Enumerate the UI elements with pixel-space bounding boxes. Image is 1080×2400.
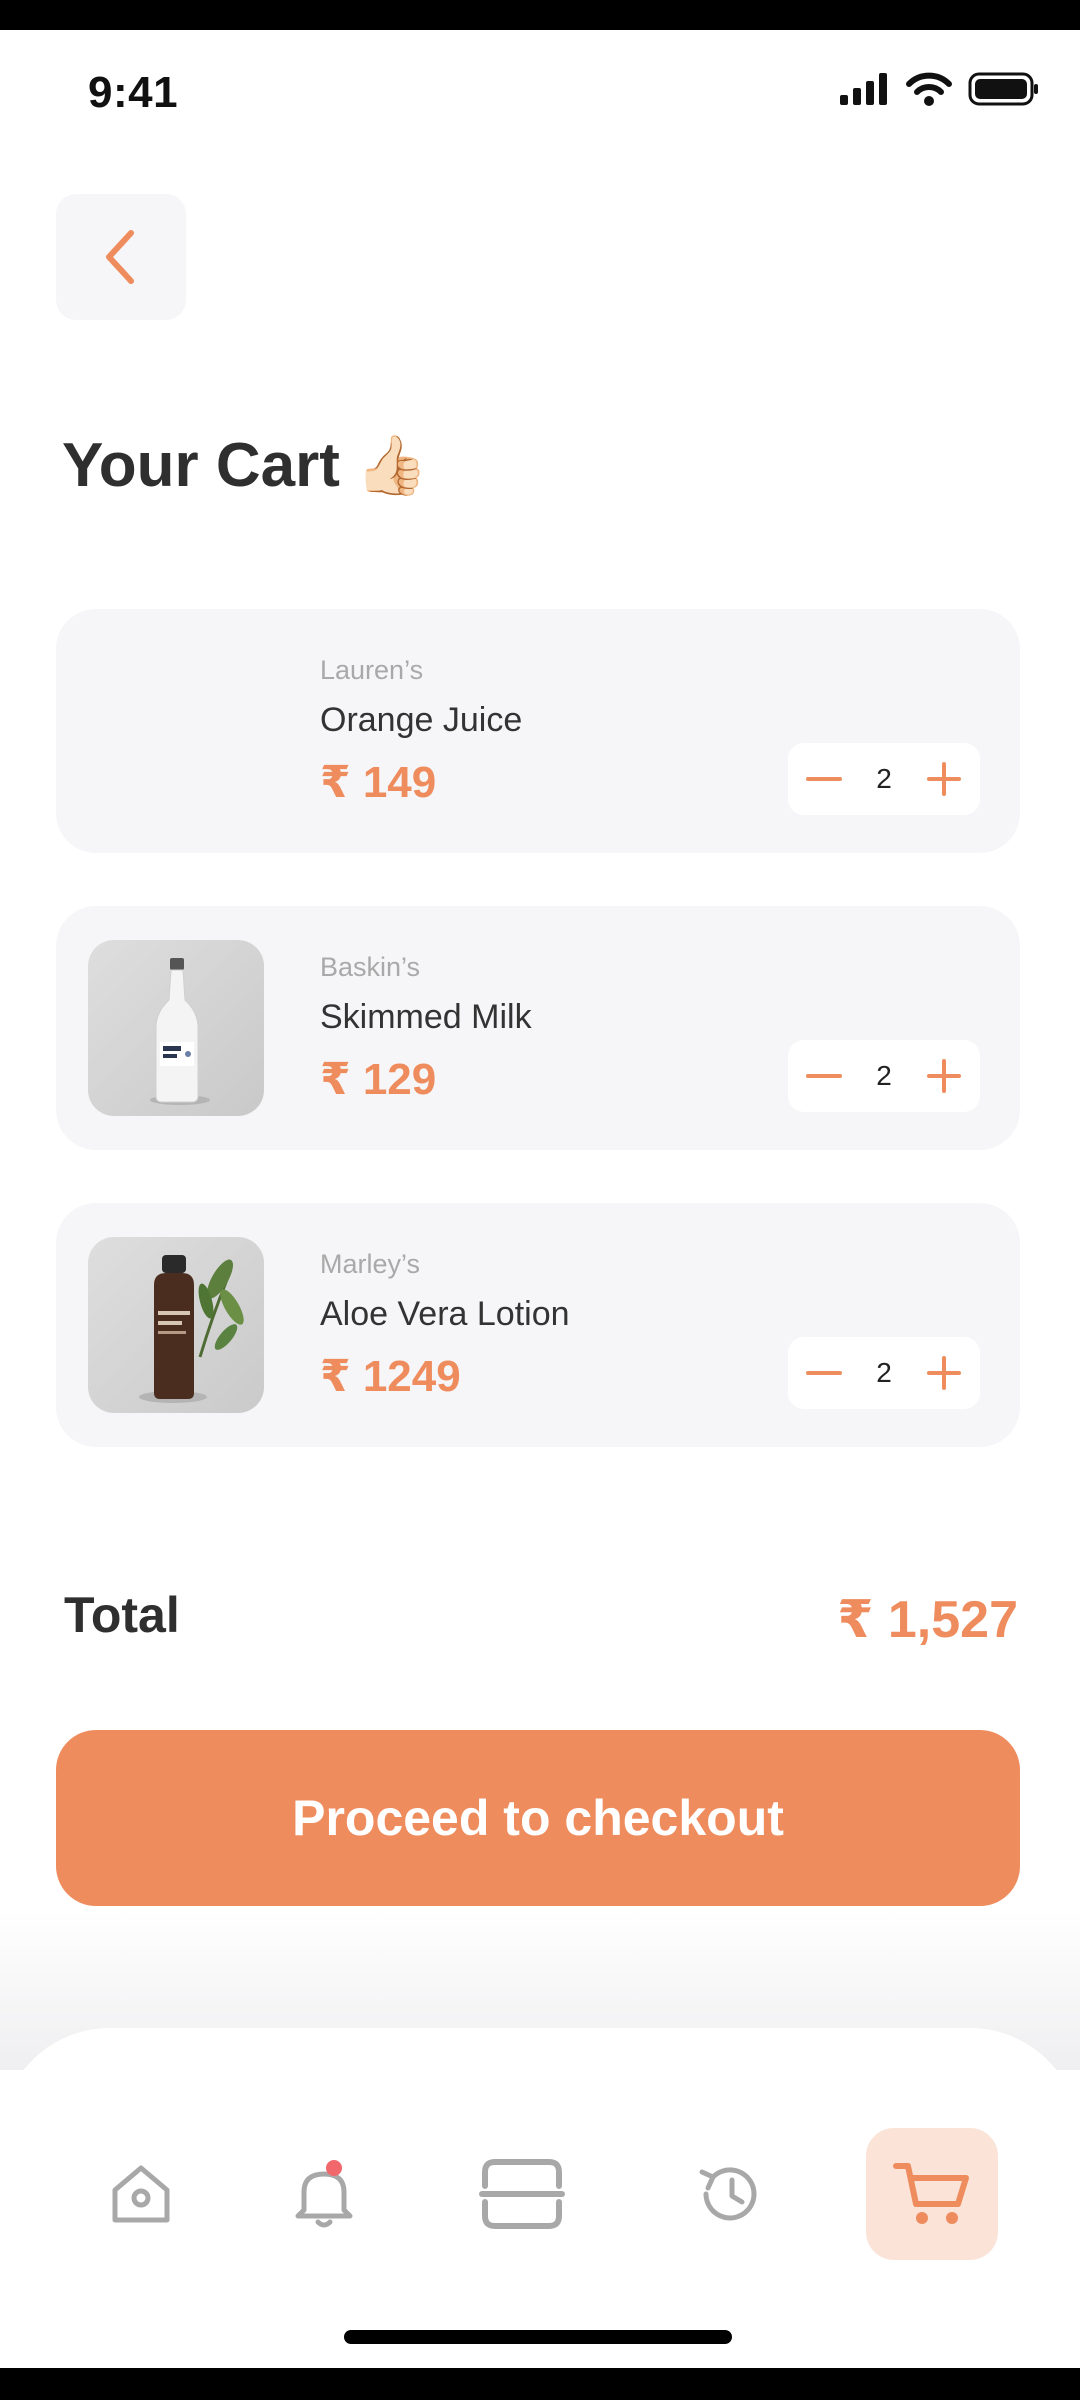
status-icons	[840, 72, 1040, 106]
thumbs-up-icon: 👍🏻	[355, 432, 429, 498]
minus-icon	[806, 1074, 842, 1078]
nav-cart[interactable]	[866, 2128, 998, 2260]
plus-icon	[927, 1059, 961, 1093]
quantity-value: 2	[876, 1357, 892, 1388]
increase-quantity-button[interactable]	[914, 743, 974, 815]
home-icon	[112, 2165, 170, 2223]
nav-notifications[interactable]	[258, 2128, 390, 2260]
signal-icon	[840, 73, 887, 105]
quantity-value: 2	[876, 1060, 892, 1091]
page-title: Your Cart 👍🏻	[62, 430, 428, 501]
checkout-button[interactable]: Proceed to checkout	[56, 1730, 1020, 1906]
increase-quantity-button[interactable]	[914, 1337, 974, 1409]
item-price: ₹ 129	[320, 1055, 437, 1104]
bottom-nav	[0, 2028, 1080, 2368]
decrease-quantity-button[interactable]	[794, 743, 854, 815]
plus-icon	[927, 762, 961, 796]
quantity-stepper: 2	[788, 1337, 980, 1409]
cart-item: Baskin’s Skimmed Milk ₹ 129 2	[56, 906, 1020, 1150]
plus-icon	[927, 1356, 961, 1390]
item-name: Aloe Vera Lotion	[320, 1295, 570, 1333]
total-label: Total	[64, 1587, 180, 1643]
home-indicator	[344, 2330, 732, 2344]
wifi-icon	[906, 72, 952, 106]
item-price: ₹ 1249	[320, 1352, 461, 1401]
history-icon	[699, 2167, 757, 2221]
bell-icon	[295, 2160, 353, 2228]
lotion-bottle-image	[88, 1237, 264, 1413]
status-time: 9:41	[88, 68, 179, 117]
item-name: Skimmed Milk	[320, 998, 532, 1036]
nav-history[interactable]	[664, 2128, 796, 2260]
item-brand: Marley’s	[320, 1249, 421, 1279]
minus-icon	[806, 777, 842, 781]
cart-item: Marley’s Aloe Vera Lotion ₹ 1249 2	[56, 1203, 1020, 1447]
milk-bottle-image	[88, 940, 264, 1116]
increase-quantity-button[interactable]	[914, 1040, 974, 1112]
cart-screen: 9:41 Your Cart 👍🏻 Lauren’s Orange Juice …	[0, 30, 1080, 2368]
quantity-value: 2	[876, 763, 892, 794]
item-name: Orange Juice	[320, 701, 523, 739]
scan-icon	[479, 2159, 565, 2229]
page-title-text: Your Cart	[62, 431, 340, 500]
battery-icon	[968, 72, 1038, 106]
nav-scan[interactable]	[456, 2128, 588, 2260]
quantity-stepper: 2	[788, 1040, 980, 1112]
product-image	[88, 643, 264, 819]
nav-home[interactable]	[75, 2128, 207, 2260]
back-button[interactable]	[56, 194, 186, 320]
item-brand: Lauren’s	[320, 655, 424, 685]
total-value: ₹ 1,527	[837, 1591, 1018, 1649]
minus-icon	[806, 1371, 842, 1375]
decrease-quantity-button[interactable]	[794, 1337, 854, 1409]
cart-icon	[893, 2163, 969, 2224]
item-price: ₹ 149	[320, 758, 437, 807]
quantity-stepper: 2	[788, 743, 980, 815]
item-brand: Baskin’s	[320, 952, 421, 982]
decrease-quantity-button[interactable]	[794, 1040, 854, 1112]
chevron-left-icon	[106, 230, 134, 284]
cart-item: Lauren’s Orange Juice ₹ 149 2	[56, 609, 1020, 853]
